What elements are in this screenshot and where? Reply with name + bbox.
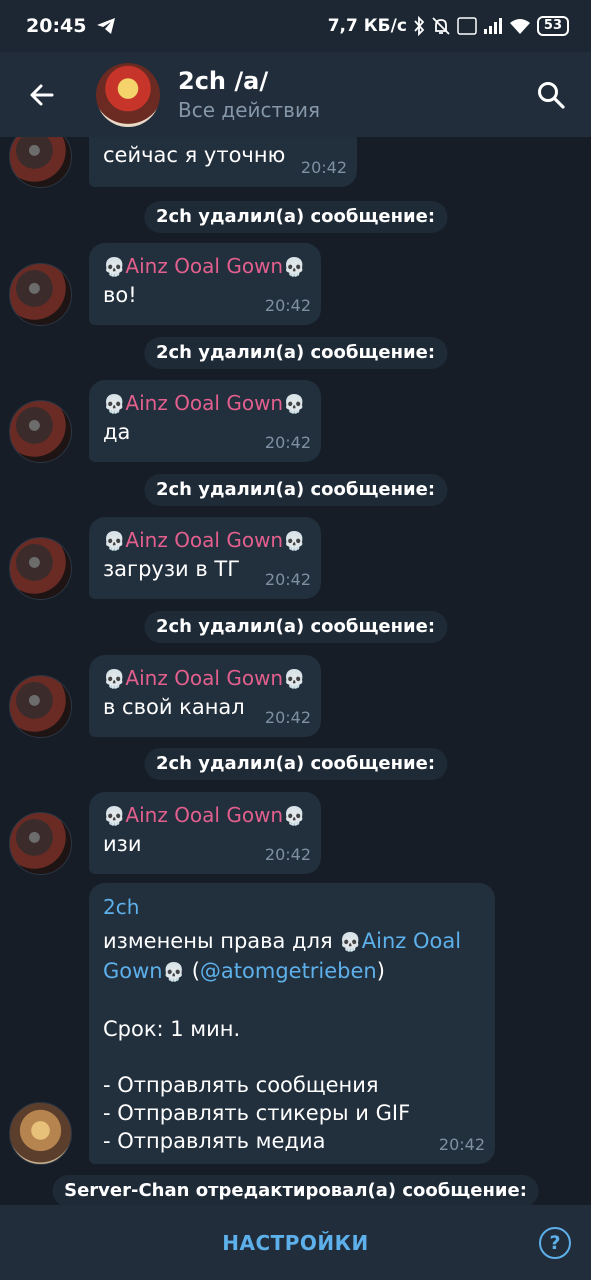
sender-name[interactable]: 💀Ainz Ooal Gown💀	[103, 665, 307, 693]
sender-avatar[interactable]	[9, 675, 72, 738]
service-message: Server-Chan отредактировал(а) сообщение:	[52, 1175, 539, 1205]
skull-icon: 💀	[103, 531, 126, 552]
bottom-bar: НАСТРОЙКИ ?	[0, 1205, 591, 1280]
message-bubble[interactable]: 💀Ainz Ooal Gown💀 в свой канал 20:42	[89, 655, 321, 737]
message-time: 20:42	[264, 845, 311, 864]
service-message: 2ch удалил(а) сообщение:	[143, 474, 448, 506]
admin-avatar[interactable]	[9, 1102, 72, 1165]
rights-item: - Отправлять сообщения	[103, 1073, 379, 1097]
message-bubble[interactable]: 💀Ainz Ooal Gown💀 загрузи в ТГ 20:42	[89, 517, 321, 599]
skull-icon: 💀	[103, 394, 126, 415]
status-time-group: 20:45	[26, 15, 116, 37]
sender-avatar[interactable]	[9, 263, 72, 326]
message-time: 20:42	[264, 570, 311, 589]
message-time: 20:42	[264, 708, 311, 727]
signal-icon	[483, 17, 503, 35]
service-message: 2ch удалил(а) сообщение:	[143, 748, 448, 780]
term-line: Срок: 1 мин.	[103, 1017, 241, 1041]
user-mention[interactable]: Ainz Ooal	[362, 929, 461, 953]
message-time: 20:42	[264, 433, 311, 452]
service-message: 2ch удалил(а) сообщение:	[143, 201, 448, 233]
telegram-plane-icon	[96, 17, 116, 35]
skull-icon: 💀	[283, 394, 306, 415]
skull-icon: 💀	[162, 962, 186, 983]
sender-name[interactable]: 💀Ainz Ooal Gown💀	[103, 802, 307, 830]
sender-avatar[interactable]	[9, 812, 72, 875]
status-time: 20:45	[26, 15, 87, 37]
skull-icon: 💀	[103, 257, 126, 278]
sender-name[interactable]: 💀Ainz Ooal Gown💀	[103, 527, 307, 555]
rights-changed-line-2: Gown💀 (@atomgetrieben)	[103, 959, 385, 983]
message-bubble[interactable]: 💀Ainz Ooal Gown💀 да 20:42	[89, 380, 321, 462]
volte-icon	[457, 17, 477, 35]
bluetooth-icon	[413, 16, 425, 36]
chat-subtitle: Все действия	[178, 97, 320, 122]
back-button[interactable]	[0, 52, 84, 137]
service-message: 2ch удалил(а) сообщение:	[143, 611, 448, 643]
message-time: 20:42	[300, 158, 347, 177]
arrow-left-icon	[30, 84, 54, 105]
user-mention-cont[interactable]: Gown	[103, 959, 163, 983]
chat-header: 2ch /a/ Все действия	[0, 52, 591, 137]
status-bar: 20:45 7,7 КБ/с 53	[0, 0, 591, 52]
username-link[interactable]: @atomgetrieben	[200, 959, 377, 983]
skull-icon: 💀	[339, 932, 362, 953]
sender-name[interactable]: 💀Ainz Ooal Gown💀	[103, 390, 307, 418]
message-bubble[interactable]: 💀Ainz Ooal Gown💀 во! 20:42	[89, 243, 321, 325]
skull-icon: 💀	[103, 806, 126, 827]
help-icon[interactable]: ?	[539, 1227, 571, 1259]
admin-message-bubble[interactable]: 2ch изменены права для 💀Ainz Ooal Gown💀 …	[89, 883, 495, 1164]
skull-icon: 💀	[283, 806, 306, 827]
mute-bell-icon	[431, 16, 451, 36]
sender-name[interactable]: 💀Ainz Ooal Gown💀	[103, 253, 307, 281]
service-message: 2ch удалил(а) сообщение:	[143, 337, 448, 369]
search-button[interactable]	[511, 52, 591, 137]
rights-item: - Отправлять стикеры и GIF	[103, 1101, 411, 1125]
wifi-icon	[509, 17, 531, 35]
search-icon	[538, 81, 565, 109]
skull-icon: 💀	[283, 669, 306, 690]
rights-item: - Отправлять медиа	[103, 1129, 326, 1153]
settings-button[interactable]: НАСТРОЙКИ	[222, 1231, 369, 1255]
chat-title: 2ch /a/	[178, 66, 269, 95]
skull-icon: 💀	[103, 669, 126, 690]
network-speed: 7,7 КБ/с	[327, 16, 407, 36]
sender-avatar[interactable]	[9, 537, 72, 600]
message-bubble[interactable]: сейчас я уточню 20:42	[89, 137, 357, 187]
message-bubble[interactable]: 💀Ainz Ooal Gown💀 изи 20:42	[89, 792, 321, 874]
chat-titles[interactable]: 2ch /a/ Все действия	[178, 66, 320, 124]
skull-icon: 💀	[283, 531, 306, 552]
status-right: 7,7 КБ/с 53	[328, 16, 569, 36]
battery-indicator: 53	[536, 16, 569, 36]
rights-changed-line: изменены права для 💀Ainz Ooal	[103, 929, 462, 953]
message-time: 20:42	[438, 1135, 485, 1154]
admin-sender-name[interactable]: 2ch	[103, 893, 481, 921]
chat-area[interactable]: сейчас я уточню 20:42 2ch удалил(а) сооб…	[0, 137, 591, 1205]
chat-avatar[interactable]	[96, 62, 160, 127]
message-time: 20:42	[264, 296, 311, 315]
skull-icon: 💀	[283, 257, 306, 278]
sender-avatar[interactable]	[9, 137, 72, 188]
sender-avatar[interactable]	[9, 400, 72, 463]
